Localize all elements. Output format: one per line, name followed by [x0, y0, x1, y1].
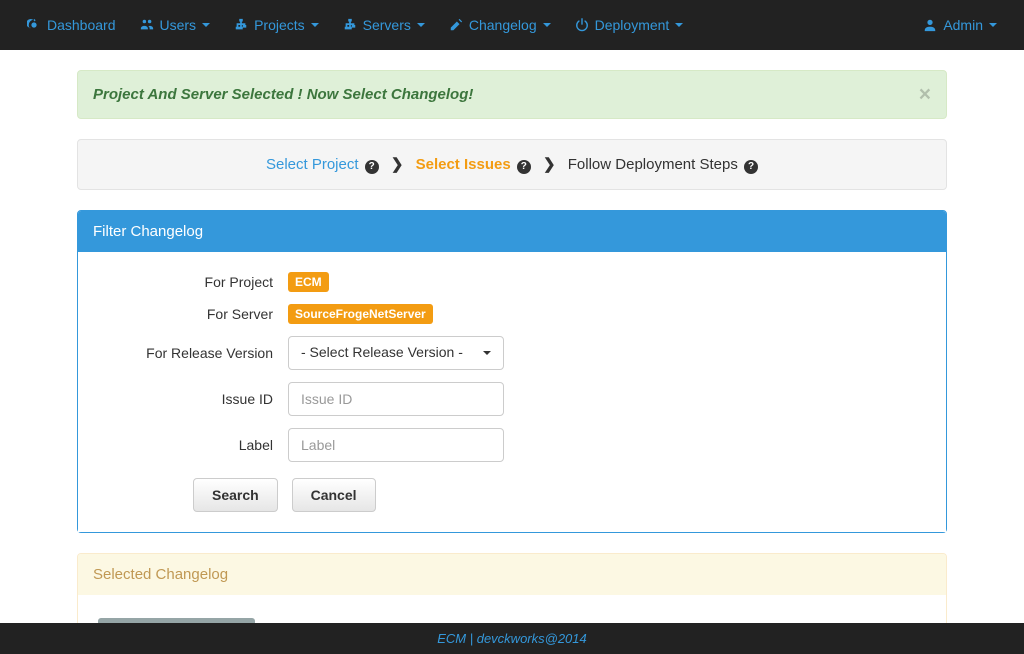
for-server-value: SourceFrogeNetServer [288, 304, 433, 324]
step-select-issues-label: Select Issues [416, 156, 511, 173]
help-icon: ? [365, 160, 379, 174]
nav-dashboard[interactable]: Dashboard [15, 0, 128, 50]
nav-users-label: Users [160, 17, 197, 33]
issue-id-input[interactable] [288, 382, 504, 416]
caret-icon [202, 23, 210, 27]
for-project-value: ECM [288, 272, 329, 292]
step-follow-deployment: Follow Deployment Steps ? [568, 156, 758, 173]
nav-changelog-label: Changelog [469, 17, 537, 33]
chevron-right-icon: ❯ [391, 155, 404, 173]
nav-deployment-label: Deployment [595, 17, 670, 33]
nav-projects[interactable]: Projects [222, 0, 331, 50]
help-icon: ? [744, 160, 758, 174]
label-row: Label [98, 428, 926, 462]
users-icon [140, 18, 154, 32]
release-version-row: For Release Version - Select Release Ver… [98, 336, 926, 370]
issue-id-label: Issue ID [98, 391, 288, 407]
step-select-project[interactable]: Select Project ? [266, 156, 383, 173]
step-follow-deployment-label: Follow Deployment Steps [568, 156, 738, 173]
help-icon: ? [517, 160, 531, 174]
step-select-project-label: Select Project [266, 156, 359, 173]
for-project-row: For Project ECM [98, 272, 926, 292]
edit-icon [449, 18, 463, 32]
nav-dashboard-label: Dashboard [47, 17, 116, 33]
filter-buttons: Search Cancel [193, 478, 926, 512]
alert-message: Project And Server Selected ! Now Select… [93, 86, 473, 103]
search-button[interactable]: Search [193, 478, 278, 512]
user-icon [923, 18, 937, 32]
caret-icon [311, 23, 319, 27]
nav-servers-label: Servers [363, 17, 411, 33]
selected-panel-heading: Selected Changelog [78, 554, 946, 595]
cancel-button[interactable]: Cancel [292, 478, 376, 512]
steps-bar: Select Project ? ❯ Select Issues ? ❯ Fol… [77, 139, 947, 190]
caret-icon [417, 23, 425, 27]
filter-panel-heading: Filter Changelog [78, 211, 946, 252]
power-icon [575, 18, 589, 32]
for-server-row: For Server SourceFrogeNetServer [98, 304, 926, 324]
sitemap-icon [234, 18, 248, 32]
dashboard-icon [27, 18, 41, 32]
for-project-label: For Project [98, 274, 288, 290]
nav-deployment[interactable]: Deployment [563, 0, 696, 50]
nav-admin[interactable]: Admin [911, 0, 1009, 50]
for-server-label: For Server [98, 306, 288, 322]
alert-close-button[interactable]: × [919, 83, 931, 107]
nav-left: Dashboard Users Projects Serv [15, 0, 695, 50]
caret-icon [675, 23, 683, 27]
nav-servers[interactable]: Servers [331, 0, 437, 50]
label-input[interactable] [288, 428, 504, 462]
nav-changelog[interactable]: Changelog [437, 0, 563, 50]
caret-icon [543, 23, 551, 27]
step-select-issues: Select Issues ? [416, 156, 535, 173]
footer-text: ECM | devckworks@2014 [437, 631, 587, 646]
release-version-select[interactable]: - Select Release Version - [288, 336, 504, 370]
nav-users[interactable]: Users [128, 0, 223, 50]
navbar: Dashboard Users Projects Serv [0, 0, 1024, 50]
filter-changelog-panel: Filter Changelog For Project ECM For Ser… [77, 210, 947, 533]
sitemap-icon [343, 18, 357, 32]
release-version-label: For Release Version [98, 345, 288, 361]
release-version-selected: - Select Release Version - [301, 343, 463, 363]
alert-success: Project And Server Selected ! Now Select… [77, 70, 947, 119]
filter-panel-body: For Project ECM For Server SourceFrogeNe… [78, 252, 946, 532]
footer: ECM | devckworks@2014 [0, 623, 1024, 654]
nav-projects-label: Projects [254, 17, 305, 33]
nav-right: Admin [911, 0, 1009, 50]
nav-admin-label: Admin [943, 17, 983, 33]
caret-icon [989, 23, 997, 27]
caret-icon [483, 351, 491, 355]
issue-id-row: Issue ID [98, 382, 926, 416]
chevron-right-icon: ❯ [543, 155, 556, 173]
label-label: Label [98, 437, 288, 453]
